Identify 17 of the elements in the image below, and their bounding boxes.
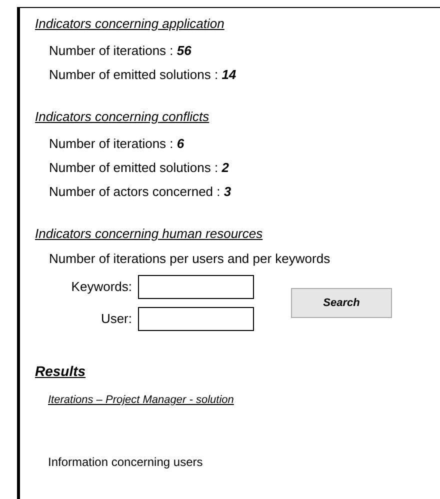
- section-heading: Indicators concerning human resources: [35, 225, 263, 243]
- field-label: User:: [100, 310, 133, 328]
- stat-line: Number of emitted solutions : 14: [49, 66, 236, 84]
- search-button[interactable]: Search: [291, 288, 392, 318]
- stat-line: Number of emitted solutions : 2: [49, 159, 229, 177]
- section-heading: Indicators concerning application: [35, 15, 224, 33]
- info-text: Information concerning users: [48, 454, 203, 470]
- stat-line: Number of actors concerned : 3: [49, 183, 232, 201]
- input-field[interactable]: [138, 307, 254, 331]
- input-field[interactable]: [138, 275, 254, 299]
- section-heading: Indicators concerning conflicts: [35, 108, 210, 126]
- results-link[interactable]: Iterations – Project Manager - solution: [48, 392, 234, 408]
- field-label: Keywords:: [70, 278, 133, 296]
- description-text: Number of iterations per users and per keywords: [48, 250, 330, 268]
- stat-line: Number of iterations : 56: [49, 42, 192, 60]
- stat-line: Number of iterations : 6: [49, 135, 184, 153]
- results-heading: Results: [35, 362, 86, 381]
